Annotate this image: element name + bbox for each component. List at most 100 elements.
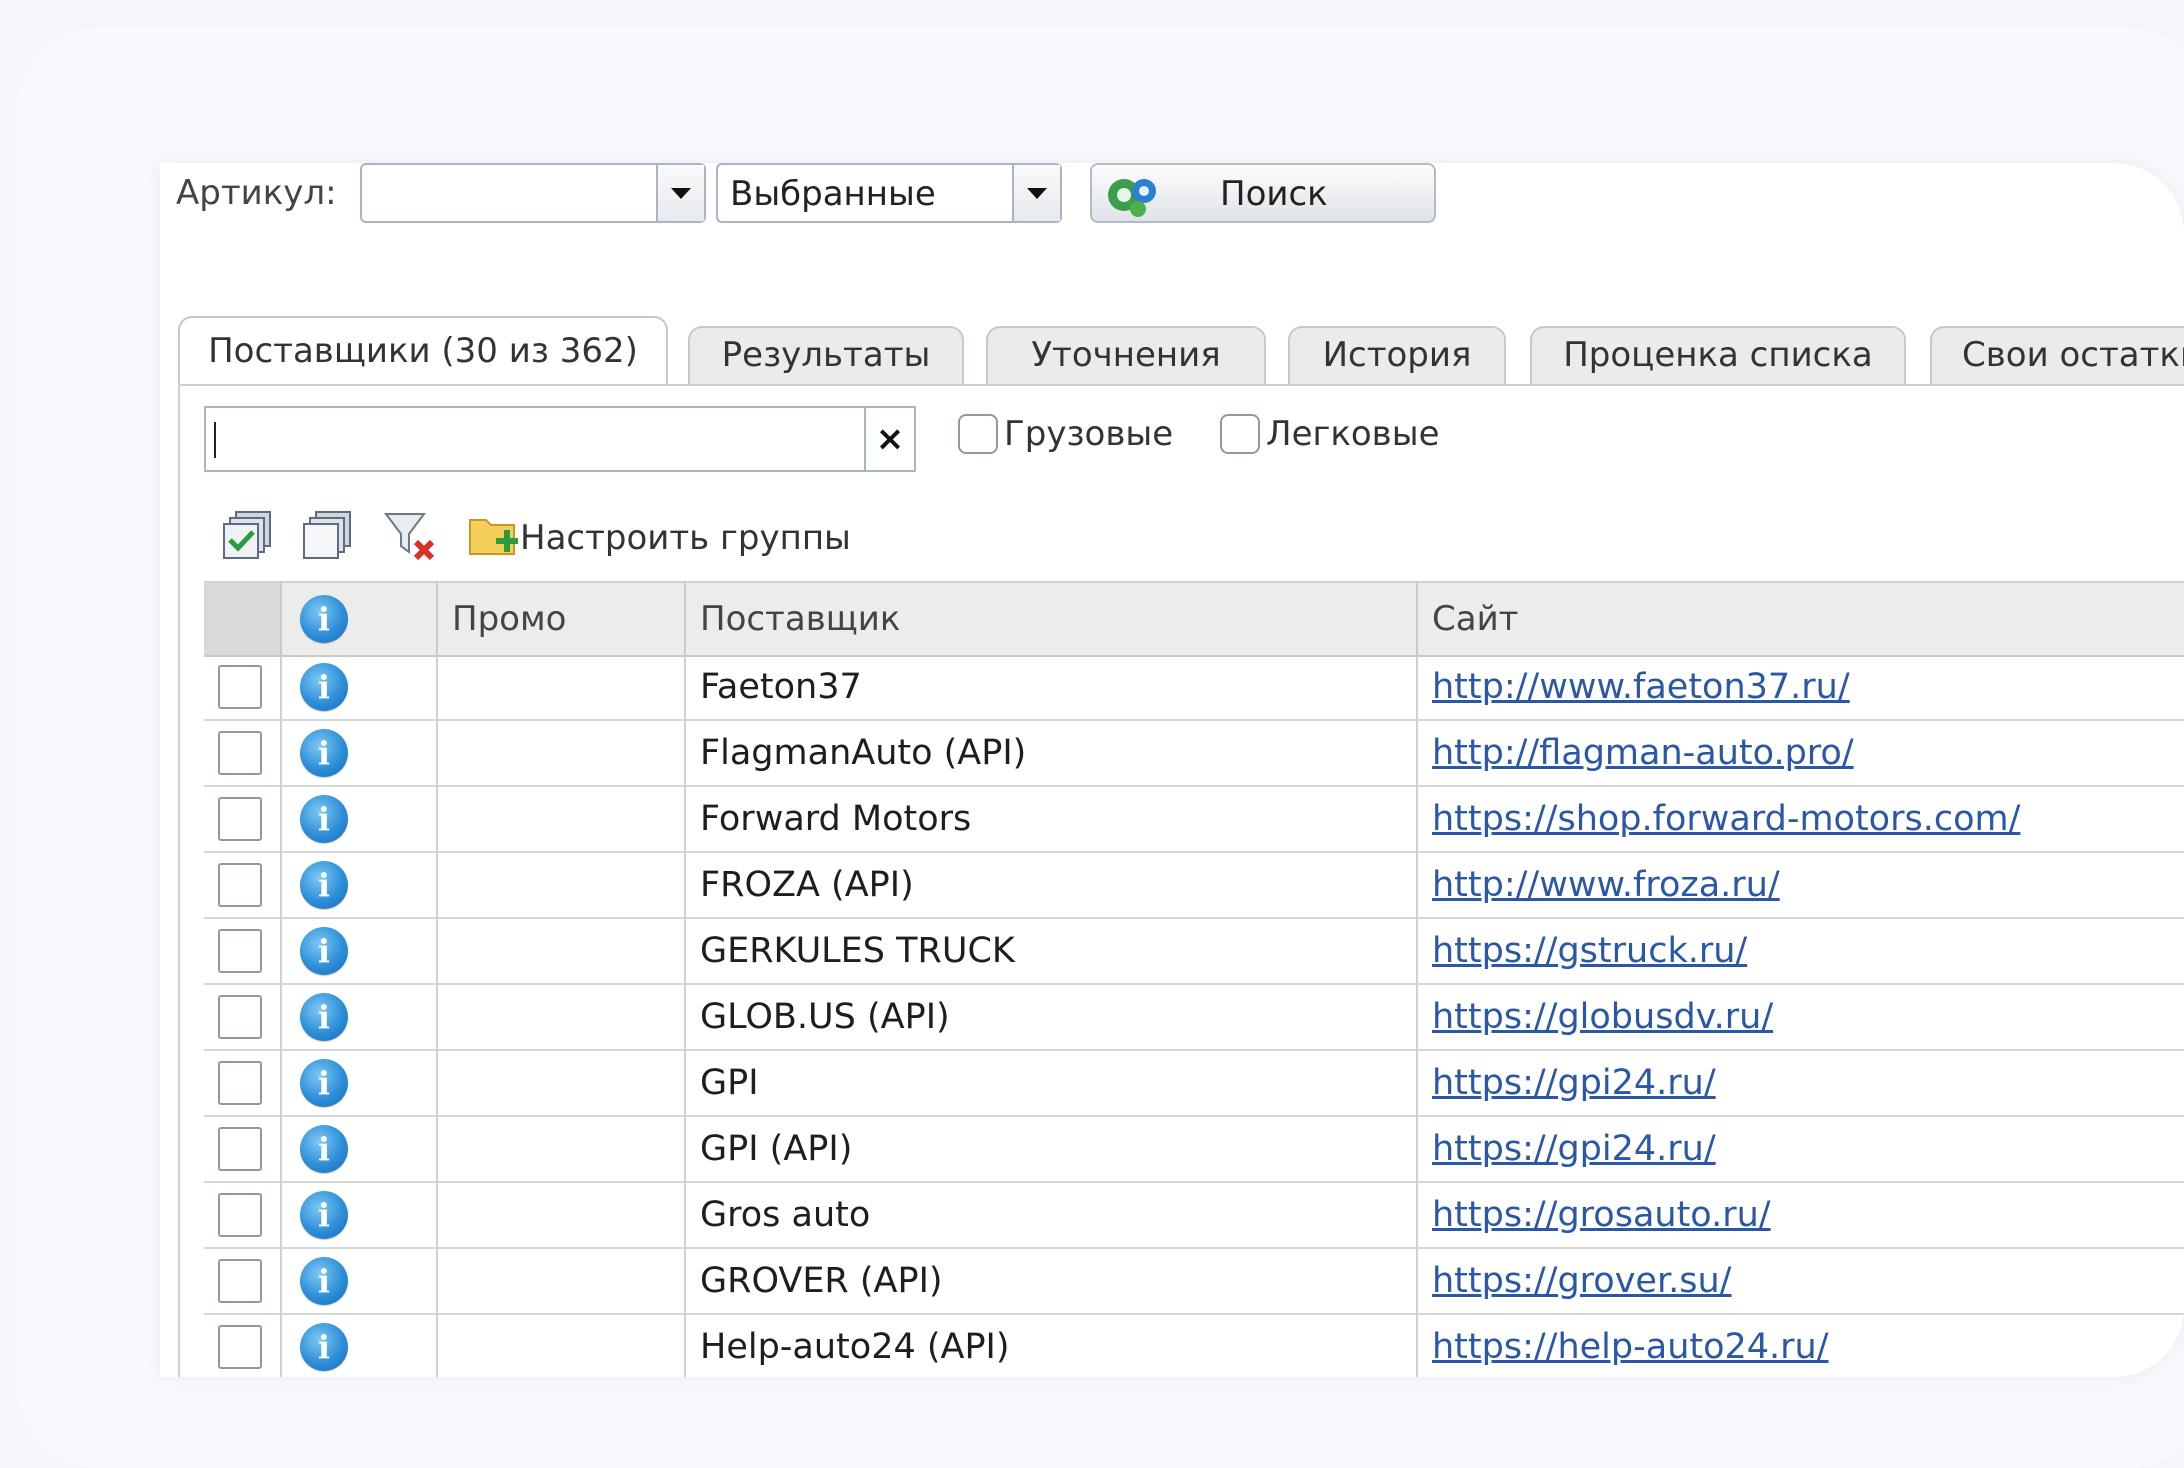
- folder-add-icon[interactable]: [466, 506, 522, 562]
- info-cell[interactable]: i: [282, 919, 438, 985]
- table-row[interactable]: i GROVER (API) https://grover.su/: [204, 1249, 2184, 1315]
- table-row[interactable]: i GLOB.US (API) https://globusdv.ru/: [204, 985, 2184, 1051]
- info-cell[interactable]: i: [282, 787, 438, 853]
- select-cell[interactable]: [204, 787, 282, 853]
- row-checkbox[interactable]: [218, 1325, 262, 1369]
- select-cell[interactable]: [204, 1315, 282, 1377]
- table-row[interactable]: i Help-auto24 (API) https://help-auto24.ru…: [204, 1315, 2184, 1377]
- select-cell[interactable]: [204, 1249, 282, 1315]
- header-info-column[interactable]: i: [282, 583, 438, 655]
- row-checkbox[interactable]: [218, 863, 262, 907]
- info-icon[interactable]: i: [300, 1191, 348, 1239]
- select-cell[interactable]: [204, 1117, 282, 1183]
- info-cell[interactable]: i: [282, 721, 438, 787]
- clear-search-button[interactable]: ×: [864, 408, 914, 470]
- configure-groups-button[interactable]: Настроить группы: [520, 518, 851, 558]
- tab-label: Свои остатки: [1962, 335, 2184, 375]
- info-cell[interactable]: i: [282, 853, 438, 919]
- article-dropdown-button[interactable]: [656, 165, 704, 221]
- select-cell[interactable]: [204, 853, 282, 919]
- info-cell[interactable]: i: [282, 985, 438, 1051]
- select-cell[interactable]: [204, 721, 282, 787]
- supplier-search-input[interactable]: ×: [204, 406, 916, 472]
- promo-cell: [438, 1249, 686, 1315]
- info-icon[interactable]: i: [300, 1125, 348, 1173]
- info-icon[interactable]: i: [300, 1059, 348, 1107]
- table-row[interactable]: i GPI (API) https://gpi24.ru/: [204, 1117, 2184, 1183]
- row-checkbox[interactable]: [218, 1061, 262, 1105]
- supplier-site-link[interactable]: https://shop.forward-motors.com/: [1432, 799, 2020, 839]
- info-cell[interactable]: i: [282, 1183, 438, 1249]
- table-header: i Промо Поставщик Сайт: [204, 581, 2184, 657]
- table-row[interactable]: i FROZA (API) http://www.froza.ru/: [204, 853, 2184, 919]
- select-cell[interactable]: [204, 655, 282, 721]
- row-checkbox[interactable]: [218, 929, 262, 973]
- info-cell[interactable]: i: [282, 655, 438, 721]
- row-checkbox[interactable]: [218, 1193, 262, 1237]
- supplier-site-link[interactable]: https://globusdv.ru/: [1432, 997, 1773, 1037]
- info-icon[interactable]: i: [300, 927, 348, 975]
- header-supplier-column[interactable]: Поставщик: [686, 583, 1418, 655]
- info-icon[interactable]: i: [300, 993, 348, 1041]
- info-cell[interactable]: i: [282, 1117, 438, 1183]
- select-cell[interactable]: [204, 919, 282, 985]
- tab-refinements[interactable]: Уточнения: [986, 326, 1266, 384]
- row-checkbox[interactable]: [218, 995, 262, 1039]
- cars-checkbox[interactable]: [1220, 414, 1260, 454]
- row-checkbox[interactable]: [218, 731, 262, 775]
- row-checkbox[interactable]: [218, 665, 262, 709]
- info-cell[interactable]: i: [282, 1315, 438, 1377]
- clear-filter-icon[interactable]: [380, 506, 440, 566]
- supplier-name: GROVER (API): [700, 1261, 943, 1301]
- tab-list-pricing[interactable]: Проценка списка: [1530, 326, 1906, 384]
- table-row[interactable]: i FlagmanAuto (API) http://flagman-auto.pr…: [204, 721, 2184, 787]
- tab-suppliers[interactable]: Поставщики (30 из 362): [178, 316, 668, 386]
- supplier-site-link[interactable]: https://grover.su/: [1432, 1261, 1731, 1301]
- table-row[interactable]: i Forward Motors https://shop.forward-moto…: [204, 787, 2184, 853]
- scope-dropdown-button[interactable]: [1012, 165, 1060, 221]
- deselect-all-icon[interactable]: [300, 506, 356, 562]
- select-all-icon[interactable]: [220, 506, 276, 562]
- select-cell[interactable]: [204, 1183, 282, 1249]
- trucks-checkbox[interactable]: [958, 414, 998, 454]
- tab-own-stock[interactable]: Свои остатки: [1930, 326, 2184, 384]
- info-icon[interactable]: i: [300, 1257, 348, 1305]
- table-row[interactable]: i Gros auto https://grosauto.ru/: [204, 1183, 2184, 1249]
- select-cell[interactable]: [204, 1051, 282, 1117]
- supplier-site-link[interactable]: http://www.froza.ru/: [1432, 865, 1780, 905]
- supplier-site-link[interactable]: https://gstruck.ru/: [1432, 931, 1747, 971]
- supplier-site-link[interactable]: https://grosauto.ru/: [1432, 1195, 1771, 1235]
- info-icon[interactable]: i: [300, 795, 348, 843]
- scope-combo[interactable]: Выбранные: [716, 163, 1062, 223]
- info-cell[interactable]: i: [282, 1249, 438, 1315]
- supplier-site-link[interactable]: https://gpi24.ru/: [1432, 1129, 1716, 1169]
- info-icon[interactable]: i: [300, 729, 348, 777]
- info-icon[interactable]: i: [300, 663, 348, 711]
- row-checkbox[interactable]: [218, 797, 262, 841]
- site-cell: https://gstruck.ru/: [1418, 919, 2184, 985]
- table-row[interactable]: i Faeton37 http://www.faeton37.ru/: [204, 655, 2184, 721]
- search-button[interactable]: Поиск: [1090, 163, 1436, 223]
- trucks-filter[interactable]: Грузовые: [958, 414, 1173, 454]
- supplier-site-link[interactable]: http://www.faeton37.ru/: [1432, 667, 1850, 707]
- supplier-site-link[interactable]: https://gpi24.ru/: [1432, 1063, 1716, 1103]
- header-promo-column[interactable]: Промо: [438, 583, 686, 655]
- header-site-column[interactable]: Сайт: [1418, 583, 2184, 655]
- article-combo[interactable]: [360, 163, 706, 223]
- tab-results[interactable]: Результаты: [688, 326, 964, 384]
- row-checkbox[interactable]: [218, 1127, 262, 1171]
- info-cell[interactable]: i: [282, 1051, 438, 1117]
- select-cell[interactable]: [204, 985, 282, 1051]
- info-icon[interactable]: i: [300, 1323, 348, 1371]
- table-row[interactable]: i GERKULES TRUCK https://gstruck.ru/: [204, 919, 2184, 985]
- cars-filter[interactable]: Легковые: [1220, 414, 1440, 454]
- header-select-column[interactable]: [204, 583, 282, 655]
- supplier-site-link[interactable]: http://flagman-auto.pro/: [1432, 733, 1854, 773]
- info-icon[interactable]: i: [300, 861, 348, 909]
- supplier-site-link[interactable]: https://help-auto24.ru/: [1432, 1327, 1829, 1367]
- supplier-name: GLOB.US (API): [700, 997, 950, 1037]
- table-row[interactable]: i GPI https://gpi24.ru/: [204, 1051, 2184, 1117]
- scope-value[interactable]: Выбранные: [730, 174, 936, 214]
- row-checkbox[interactable]: [218, 1259, 262, 1303]
- tab-history[interactable]: История: [1288, 326, 1506, 384]
